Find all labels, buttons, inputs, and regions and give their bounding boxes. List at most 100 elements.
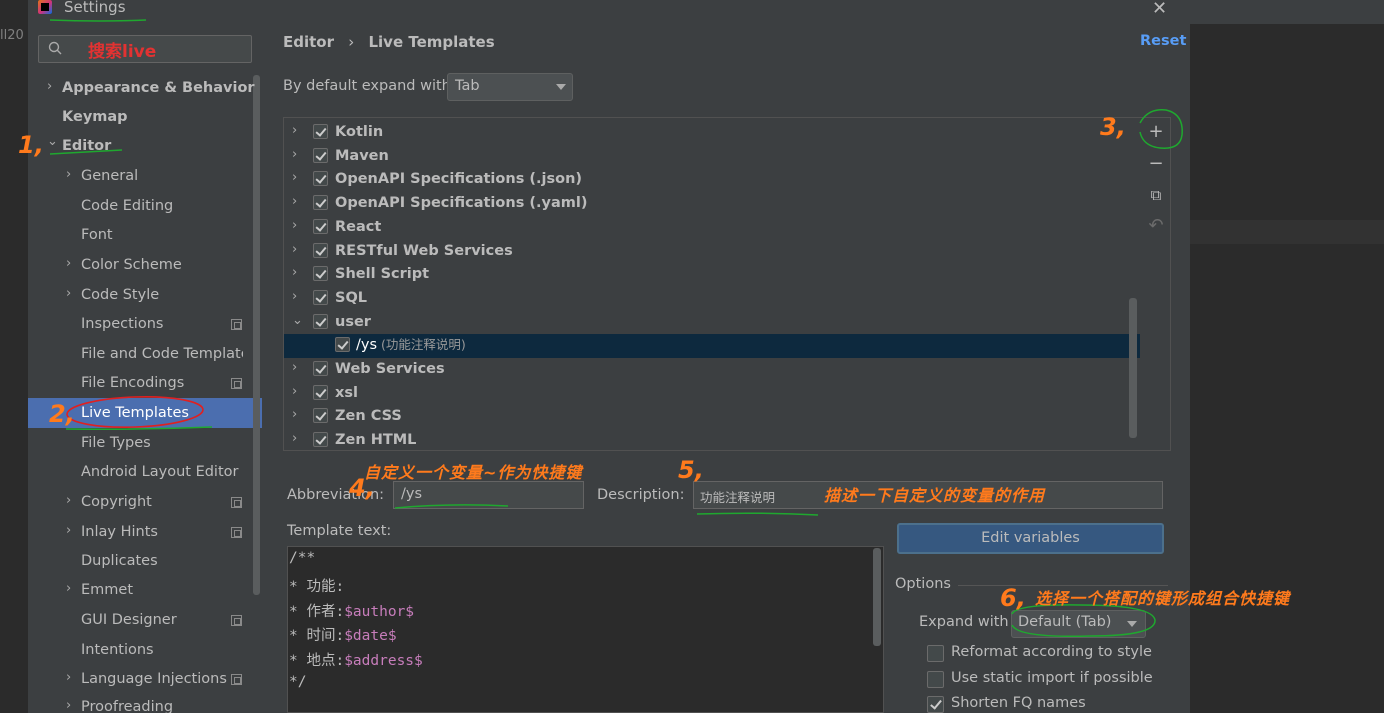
sidebar-item-inspections[interactable]: Inspections [81,310,163,338]
template-name: /ys [356,337,378,354]
annotation-step-5: 5, [678,456,704,484]
template-group[interactable]: React [335,215,381,239]
annotation-step-1: 1, [18,131,44,159]
chevron-right-icon[interactable]: › [292,218,297,233]
template-checkbox[interactable] [313,266,328,282]
template-group[interactable]: Shell Script [335,262,429,286]
template-checkbox[interactable] [313,171,328,187]
option-checkbox[interactable] [927,670,944,688]
chevron-right-icon[interactable]: › [292,407,297,422]
template-checkbox[interactable] [313,384,328,400]
template-group[interactable]: user [335,310,371,334]
chevron-right-icon[interactable]: › [292,289,297,304]
template-checkbox[interactable] [313,289,328,305]
chevron-right-icon[interactable]: › [292,170,297,185]
template-group[interactable]: RESTful Web Services [335,239,513,263]
edit-variables-button[interactable]: Edit variables [897,523,1164,554]
chevron-right-icon[interactable]: › [292,265,297,280]
sidebar-item-android-layout-editor[interactable]: Android Layout Editor [81,458,238,486]
remove-icon[interactable]: − [1147,155,1165,173]
sidebar-item-color-scheme[interactable]: Color Scheme [81,251,182,279]
template-list-scrollbar[interactable] [1129,298,1137,438]
chevron-right-icon[interactable]: › [66,670,71,685]
chevron-right-icon[interactable]: › [66,698,71,713]
sidebar-item-code-style[interactable]: Code Style [81,281,159,309]
sidebar-item-file-types[interactable]: File Types [81,429,151,457]
sidebar-item-file-encodings[interactable]: File Encodings [81,369,184,397]
option-checkbox[interactable] [927,696,944,713]
chevron-down-icon[interactable]: ⌄ [47,134,58,149]
template-checkbox[interactable] [335,337,350,353]
template-checkbox[interactable] [313,195,328,211]
chevron-right-icon[interactable]: › [66,493,71,508]
sidebar-item-proofreading[interactable]: Proofreading [81,693,173,713]
template-group[interactable]: OpenAPI Specifications (.json) [335,167,582,191]
close-button[interactable]: ✕ [1152,0,1167,19]
sidebar-item-intentions[interactable]: Intentions [81,636,154,664]
sidebar-item-general[interactable]: General [81,162,138,190]
chevron-down-icon[interactable]: ⌄ [292,313,303,328]
template-text-scrollbar[interactable] [873,548,881,646]
template-group[interactable]: xsl [335,381,358,405]
template-group[interactable]: Zen CSS [335,404,402,428]
code-line: * 地点:$address$ [289,653,423,670]
chevron-right-icon[interactable]: › [292,384,297,399]
sidebar-item-editor[interactable]: Editor [62,132,111,160]
template-group[interactable]: Maven [335,144,389,168]
copy-icon[interactable]: ⧉ [1147,186,1165,204]
sidebar-item-language-injections[interactable]: Language Injections [81,665,227,693]
revert-icon[interactable]: ↶ [1147,217,1165,235]
sidebar-item-emmet[interactable]: Emmet [81,576,133,604]
template-group[interactable]: Zen HTML [335,428,416,452]
template-checkbox[interactable] [313,218,328,234]
template-checkbox[interactable] [313,361,328,376]
project-settings-icon [231,319,242,330]
template-group[interactable]: SQL [335,286,367,310]
template-variable: $date$ [344,628,397,645]
template-checkbox[interactable] [313,313,328,329]
option-checkbox[interactable] [927,645,944,662]
template-group[interactable]: OpenAPI Specifications (.yaml) [335,191,587,215]
template-item[interactable]: /ys (功能注释说明) [356,333,466,357]
chevron-right-icon[interactable]: › [66,286,71,301]
sidebar-item-live-templates[interactable]: Live Templates [81,399,189,427]
chevron-right-icon[interactable]: › [292,147,297,162]
sidebar-item-font[interactable]: Font [81,221,113,249]
chevron-right-icon[interactable]: › [66,256,71,271]
sidebar-scrollbar[interactable] [253,75,260,595]
chevron-right-icon[interactable]: › [292,431,297,446]
chevron-right-icon[interactable]: › [66,581,71,596]
sidebar-item-inlay-hints[interactable]: Inlay Hints [81,518,158,546]
sidebar-item-keymap[interactable]: Keymap [62,103,128,131]
project-settings-icon [231,497,242,508]
sidebar-item-copyright[interactable]: Copyright [81,488,152,516]
sidebar-item-file-and-code-templates[interactable]: File and Code Templates [81,340,243,368]
chevron-right-icon[interactable]: › [47,79,52,94]
sidebar-item-gui-designer[interactable]: GUI Designer [81,606,177,634]
chevron-right-icon[interactable]: › [292,123,297,138]
reset-link[interactable]: Reset [1140,33,1186,49]
template-group[interactable]: Web Services [335,357,445,381]
breadcrumb-parent[interactable]: Editor [283,33,334,51]
template-group[interactable]: Kotlin [335,120,383,144]
add-icon[interactable]: + [1147,123,1165,141]
annotation-note-description: 描述一下自定义的变量的作用 [824,486,1046,505]
chevron-right-icon[interactable]: › [292,242,297,257]
template-checkbox[interactable] [313,242,328,258]
sidebar-item-appearance-behavior[interactable]: Appearance & Behavior [62,74,255,102]
template-checkbox[interactable] [313,432,328,448]
chevron-right-icon[interactable]: › [66,167,71,182]
chevron-right-icon[interactable]: › [66,523,71,538]
code-line: * 时间:$date$ [289,628,397,645]
option-label: Shorten FQ names [951,695,1086,711]
template-name: OpenAPI Specifications (.yaml) [335,195,588,212]
template-checkbox[interactable] [313,124,328,139]
template-checkbox[interactable] [313,408,328,424]
chevron-right-icon[interactable]: › [292,194,297,209]
chevron-right-icon[interactable]: › [292,360,297,375]
sidebar-item-code-editing[interactable]: Code Editing [81,192,173,220]
sidebar-item-duplicates[interactable]: Duplicates [81,547,158,575]
template-name: Maven [335,147,389,164]
background-editor-tabbar [1190,0,1384,24]
template-checkbox[interactable] [313,147,328,163]
